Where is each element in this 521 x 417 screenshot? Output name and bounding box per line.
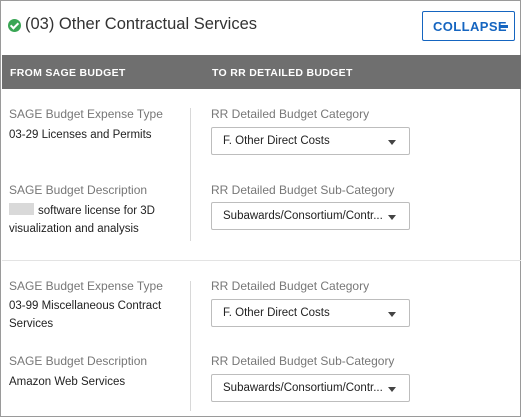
chevron-down-icon xyxy=(388,387,396,392)
expense-type-value: 03-99 Miscellaneous Contract Services xyxy=(9,300,162,330)
subcategory-label: RR Detailed Budget Sub-Category xyxy=(211,183,395,197)
category-select[interactable]: F. Other Direct Costs xyxy=(211,127,410,155)
category-select[interactable]: F. Other Direct Costs xyxy=(211,299,410,327)
description-value: software license for 3D visualization an… xyxy=(9,202,187,238)
category-label: RR Detailed Budget Category xyxy=(211,279,370,293)
expense-type-label: SAGE Budget Expense Type xyxy=(9,107,163,121)
column-header-bar: FROM SAGE BUDGET TO RR DETAILED BUDGET xyxy=(2,55,521,89)
category-select-value: F. Other Direct Costs xyxy=(223,135,330,147)
column-divider xyxy=(190,281,191,411)
chevron-down-icon xyxy=(388,140,396,145)
category-label: RR Detailed Budget Category xyxy=(211,107,370,121)
subcategory-select[interactable]: Subawards/Consortium/Contr... xyxy=(211,374,410,402)
subcategory-select-value: Subawards/Consortium/Contr... xyxy=(223,382,383,394)
collapse-button-label: COLLAPSE xyxy=(433,19,507,34)
subcategory-select[interactable]: Subawards/Consortium/Contr... xyxy=(211,202,410,230)
section-header: (03) Other Contractual Services COLLAPSE xyxy=(1,1,520,55)
column-header-to: TO RR DETAILED BUDGET xyxy=(212,67,353,79)
minus-icon xyxy=(499,25,508,28)
check-circle-icon xyxy=(8,19,21,32)
section-title: (03) Other Contractual Services xyxy=(25,15,258,33)
description-label: SAGE Budget Description xyxy=(9,354,148,368)
subcategory-select-value: Subawards/Consortium/Contr... xyxy=(223,210,383,222)
collapse-button[interactable]: COLLAPSE xyxy=(422,11,515,41)
description-label: SAGE Budget Description xyxy=(9,183,148,197)
chevron-down-icon xyxy=(388,215,396,220)
subcategory-label: RR Detailed Budget Sub-Category xyxy=(211,354,395,368)
description-value: Amazon Web Services xyxy=(9,376,126,388)
chevron-down-icon xyxy=(388,312,396,317)
budget-mapping-panel: (03) Other Contractual Services COLLAPSE… xyxy=(0,0,521,417)
column-divider xyxy=(190,108,191,241)
category-select-value: F. Other Direct Costs xyxy=(223,307,330,319)
column-header-from: FROM SAGE BUDGET xyxy=(10,67,126,79)
expense-type-label: SAGE Budget Expense Type xyxy=(9,279,163,293)
expense-type-value: 03-29 Licenses and Permits xyxy=(9,129,152,141)
redacted-text xyxy=(9,203,34,215)
row-divider xyxy=(2,260,521,261)
